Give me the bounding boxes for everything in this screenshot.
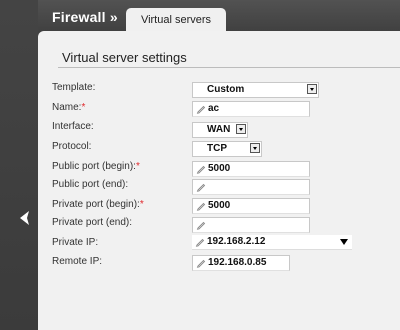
settings-panel: Virtual server settings Template: Custom…	[38, 31, 400, 330]
public-port-end-field[interactable]	[192, 179, 310, 195]
left-rail	[0, 0, 38, 330]
pencil-icon	[196, 202, 206, 211]
interface-select[interactable]: WAN	[192, 122, 248, 138]
chevron-down-icon[interactable]	[236, 124, 246, 134]
name-value: ac	[208, 103, 220, 114]
protocol-value: TCP	[207, 143, 227, 154]
template-label: Template:	[52, 82, 96, 93]
pencil-icon	[196, 183, 206, 192]
public-port-begin-field[interactable]: 5000	[192, 161, 310, 177]
panel-title: Virtual server settings	[62, 50, 187, 65]
public-port-end-label: Public port (end):	[52, 179, 129, 190]
remote-ip-field[interactable]: 192.168.0.85	[192, 255, 290, 271]
private-port-end-field[interactable]	[192, 217, 310, 233]
name-field[interactable]: ac	[192, 101, 310, 117]
pencil-icon	[196, 105, 206, 114]
chevron-down-icon[interactable]	[250, 143, 260, 153]
chevron-left-icon[interactable]	[16, 209, 34, 227]
caret-down-icon[interactable]	[340, 239, 348, 245]
pencil-icon	[195, 238, 205, 247]
protocol-select[interactable]: TCP	[192, 141, 262, 157]
private-port-begin-field[interactable]: 5000	[192, 198, 310, 214]
template-select[interactable]: Custom	[192, 82, 319, 98]
interface-label: Interface:	[52, 121, 94, 132]
tab-virtual-servers[interactable]: Virtual servers	[126, 8, 226, 32]
interface-value: WAN	[207, 124, 231, 135]
protocol-label: Protocol:	[52, 141, 92, 152]
public-port-begin-label: Public port (begin):*	[52, 161, 140, 172]
private-ip-label: Private IP:	[52, 237, 99, 248]
private-ip-value: 192.168.2.12	[207, 236, 266, 247]
remote-ip-value: 192.168.0.85	[208, 257, 267, 268]
pencil-icon	[196, 165, 206, 174]
chevron-down-icon[interactable]	[307, 84, 317, 94]
title-divider	[58, 67, 400, 68]
name-label: Name:*	[52, 102, 86, 113]
public-port-begin-value: 5000	[208, 163, 231, 174]
pencil-icon	[196, 259, 206, 268]
private-port-begin-label: Private port (begin):*	[52, 199, 144, 210]
private-ip-combobox[interactable]: 192.168.2.12	[192, 235, 352, 250]
remote-ip-label: Remote IP:	[52, 256, 103, 267]
section-title[interactable]: Firewall »	[52, 9, 118, 25]
private-port-end-label: Private port (end):	[52, 217, 133, 228]
private-port-begin-value: 5000	[208, 200, 231, 211]
template-value: Custom	[207, 84, 245, 95]
pencil-icon	[196, 221, 206, 230]
